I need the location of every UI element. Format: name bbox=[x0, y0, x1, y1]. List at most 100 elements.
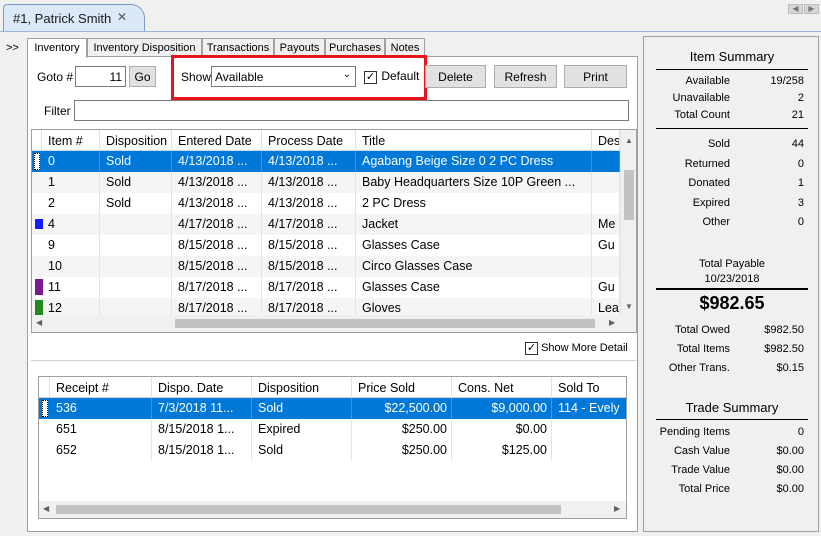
print-button[interactable]: Print bbox=[564, 65, 627, 88]
col-header-disposition[interactable]: Disposition bbox=[252, 377, 352, 398]
close-icon[interactable]: ✕ bbox=[117, 10, 127, 24]
show-more-detail-box[interactable]: ✓ bbox=[525, 342, 538, 355]
go-button[interactable]: Go bbox=[129, 66, 156, 87]
cell-description: Me bbox=[592, 214, 620, 235]
table-row[interactable]: 1 Sold 4/13/2018 ... 4/13/2018 ... Baby Head… bbox=[32, 172, 620, 193]
col-header-description[interactable]: Descri bbox=[592, 130, 620, 151]
inventory-vscroll-thumb[interactable] bbox=[624, 170, 634, 220]
cell-disposition bbox=[100, 277, 172, 298]
document-tab[interactable]: #1, Patrick Smith ✕ bbox=[3, 4, 145, 32]
cell-title: 2 PC Dress bbox=[356, 193, 592, 214]
row-focus-indicator bbox=[42, 400, 48, 417]
splitter[interactable] bbox=[31, 360, 636, 361]
scroll-right-icon[interactable]: ▶ bbox=[609, 318, 615, 327]
summary-other: Other 0 bbox=[644, 216, 820, 232]
cell-title: Baby Headquarters Size 10P Green ... bbox=[356, 172, 592, 193]
summary-donated: Donated 1 bbox=[644, 177, 820, 193]
collapse-chevron-icon[interactable]: >> bbox=[6, 42, 19, 54]
tab-notes-label: Notes bbox=[390, 42, 420, 54]
table-row[interactable]: 0 Sold 4/13/2018 ... 4/13/2018 ... Agabang B… bbox=[32, 151, 620, 172]
summary-total-count: Total Count 21 bbox=[644, 109, 820, 125]
cell-sold-to bbox=[552, 419, 626, 440]
col-header-item[interactable]: Item # bbox=[42, 130, 100, 151]
disposition-horizontal-scrollbar[interactable]: ◀ ▶ bbox=[39, 501, 626, 518]
col-header-price-sold[interactable]: Price Sold bbox=[352, 377, 452, 398]
cell-description bbox=[592, 172, 620, 193]
cell-process-date: 4/17/2018 ... bbox=[262, 214, 356, 235]
item-summary-panel: Item Summary Available 19/258 Unavailable… bbox=[643, 36, 819, 532]
filter-input[interactable] bbox=[74, 100, 629, 121]
col-header-disposition[interactable]: Disposition bbox=[100, 130, 172, 151]
table-row[interactable]: 4 4/17/2018 ... 4/17/2018 ... Jacket Me bbox=[32, 214, 620, 235]
table-row[interactable]: 2 Sold 4/13/2018 ... 4/13/2018 ... 2 PC Dres… bbox=[32, 193, 620, 214]
cell-cons-net: $0.00 bbox=[452, 419, 552, 440]
table-row[interactable]: 651 8/15/2018 1... Expired $250.00 $0.00 bbox=[39, 419, 626, 440]
trade-summary-title: Trade Summary bbox=[685, 400, 779, 415]
scroll-left-icon[interactable]: ◀ bbox=[36, 318, 42, 327]
tab-inventory[interactable]: Inventory bbox=[27, 38, 87, 58]
tab-inventory-label: Inventory bbox=[34, 42, 80, 54]
table-row[interactable]: 652 8/15/2018 1... Sold $250.00 $125.00 bbox=[39, 440, 626, 461]
cell-dispo-date: 7/3/2018 11... bbox=[152, 398, 252, 419]
tab-divider bbox=[0, 31, 821, 32]
summary-total-owed: Total Owed $982.50 bbox=[644, 324, 820, 340]
scroll-up-icon[interactable]: ▲ bbox=[625, 136, 633, 145]
cell-price-sold: $250.00 bbox=[352, 440, 452, 461]
refresh-button[interactable]: Refresh bbox=[494, 65, 557, 88]
trade-trade: Trade Value $0.00 bbox=[644, 464, 820, 480]
table-row[interactable]: 536 7/3/2018 11... Sold $22,500.00 $9,000.00… bbox=[39, 398, 626, 419]
col-header-title[interactable]: Title bbox=[356, 130, 592, 151]
inventory-horizontal-scrollbar[interactable]: ◀ ▶ bbox=[32, 315, 636, 332]
cell-entered-date: 4/13/2018 ... bbox=[172, 151, 262, 172]
cell-title: Circo Glasses Case bbox=[356, 256, 592, 277]
col-header-dispo-date[interactable]: Dispo. Date bbox=[152, 377, 252, 398]
filter-label: Filter bbox=[44, 104, 71, 118]
document-tab-label: #1, Patrick Smith bbox=[13, 11, 112, 26]
cell-item: 9 bbox=[42, 235, 100, 256]
unavailable-label: Unavailable bbox=[672, 92, 730, 104]
scroll-right-icon[interactable]: ▶ bbox=[804, 4, 819, 14]
tab-inventory-disposition-label: Inventory Disposition bbox=[93, 42, 196, 54]
col-header-receipt[interactable]: Receipt # bbox=[50, 377, 152, 398]
table-row[interactable]: 9 8/15/2018 ... 8/15/2018 ... Glasses Case G… bbox=[32, 235, 620, 256]
summary-returned: Returned 0 bbox=[644, 158, 820, 174]
donated-label: Donated bbox=[688, 177, 730, 189]
cell-title: Jacket bbox=[356, 214, 592, 235]
inventory-hscroll-thumb[interactable] bbox=[175, 319, 595, 328]
item-summary-title: Item Summary bbox=[689, 49, 775, 64]
cell-entered-date: 4/13/2018 ... bbox=[172, 193, 262, 214]
cell-item: 10 bbox=[42, 256, 100, 277]
cell-price-sold: $22,500.00 bbox=[352, 398, 452, 419]
col-header-sold-to[interactable]: Sold To bbox=[552, 377, 626, 398]
col-header-process-date[interactable]: Process Date bbox=[262, 130, 356, 151]
total-payable-date: 10/23/2018 bbox=[704, 273, 760, 285]
delete-button[interactable]: Delete bbox=[425, 65, 486, 88]
cell-title: Agabang Beige Size 0 2 PC Dress bbox=[356, 151, 592, 172]
expired-value: 3 bbox=[797, 197, 804, 209]
scroll-right-icon[interactable]: ▶ bbox=[614, 504, 620, 513]
cell-receipt: 536 bbox=[50, 398, 152, 419]
disposition-hscroll-thumb[interactable] bbox=[56, 505, 561, 514]
scroll-down-icon[interactable]: ▼ bbox=[625, 302, 633, 311]
table-row[interactable]: 11 8/17/2018 ... 8/17/2018 ... Glasses Case… bbox=[32, 277, 620, 298]
goto-input[interactable]: 11 bbox=[75, 66, 126, 87]
col-header-entered-date[interactable]: Entered Date bbox=[172, 130, 262, 151]
summary-other-trans: Other Trans. $0.15 bbox=[644, 362, 820, 378]
scroll-left-icon[interactable]: ◀ bbox=[43, 504, 49, 513]
cell-process-date: 4/13/2018 ... bbox=[262, 172, 356, 193]
cell-description: Gu bbox=[592, 235, 620, 256]
table-row[interactable]: 10 8/15/2018 ... 8/15/2018 ... Circo Glasse… bbox=[32, 256, 620, 277]
cell-price-sold: $250.00 bbox=[352, 419, 452, 440]
total-owed-value: $982.50 bbox=[764, 324, 804, 336]
summary-available: Available 19/258 bbox=[644, 75, 820, 91]
tab-transactions-label: Transactions bbox=[206, 42, 270, 54]
disposition-grid: Receipt # Dispo. Date Disposition Price … bbox=[38, 376, 627, 519]
scroll-left-icon[interactable]: ◀ bbox=[788, 4, 803, 14]
cell-item: 11 bbox=[42, 277, 100, 298]
cell-item: 2 bbox=[42, 193, 100, 214]
col-header-cons-net[interactable]: Cons. Net bbox=[452, 377, 552, 398]
show-more-detail-checkbox[interactable]: ✓ Show More Detail bbox=[525, 342, 628, 355]
cell-process-date: 4/13/2018 ... bbox=[262, 193, 356, 214]
inventory-vertical-scrollbar[interactable]: ▲ ▼ bbox=[620, 130, 636, 315]
cell-entered-date: 4/17/2018 ... bbox=[172, 214, 262, 235]
